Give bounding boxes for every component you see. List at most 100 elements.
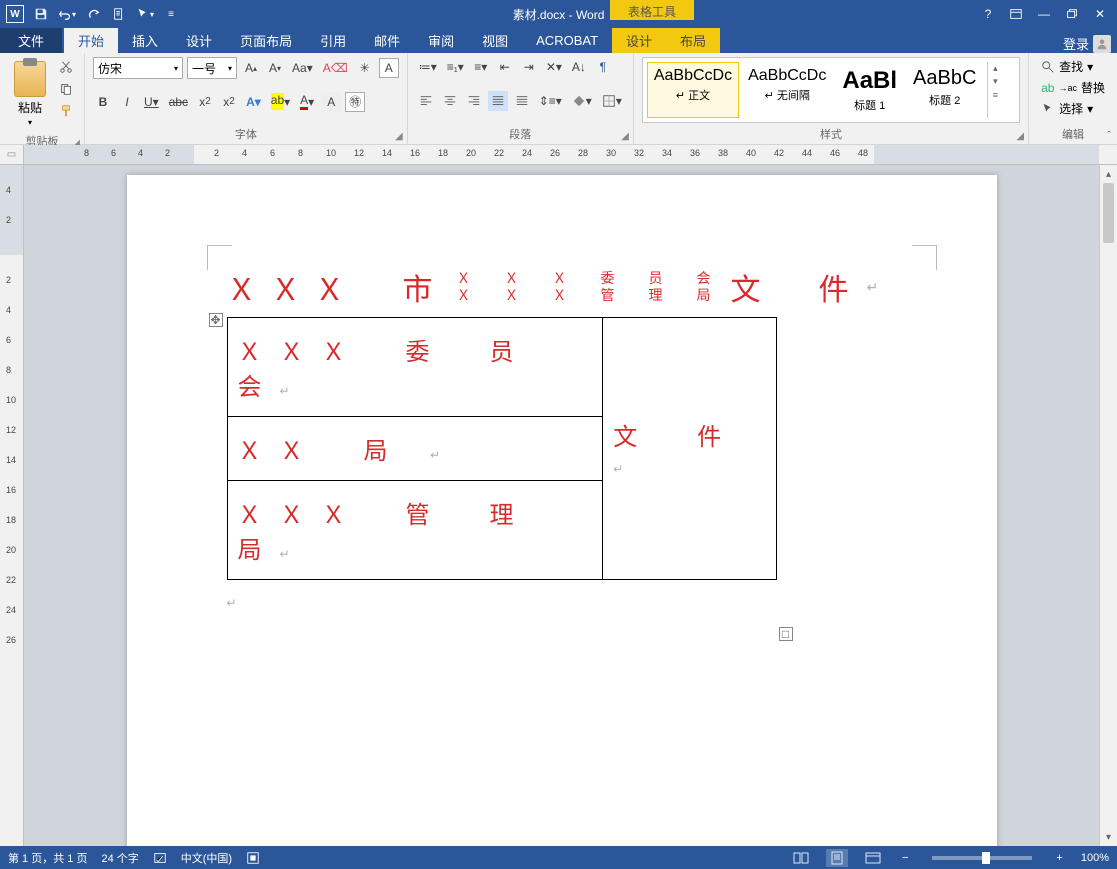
tab-design[interactable]: 设计: [172, 28, 226, 53]
table-resize-handle[interactable]: □: [779, 627, 793, 641]
decrease-indent-button[interactable]: ⇤: [495, 57, 515, 77]
styles-gallery[interactable]: AaBbCcDc↵ 正文 AaBbCcDc↵ 无间隔 AaBl标题 1 AaBb…: [642, 57, 1020, 123]
change-case-button[interactable]: Aa▾: [289, 58, 316, 78]
font-name-selector[interactable]: 仿宋▾: [93, 57, 183, 79]
ribbon-display-options-button[interactable]: [1003, 3, 1029, 25]
tab-insert[interactable]: 插入: [118, 28, 172, 53]
replace-button[interactable]: ab→ac 替换: [1037, 78, 1109, 97]
status-proofing-icon[interactable]: [153, 851, 167, 865]
table-move-handle[interactable]: ✥: [209, 313, 223, 327]
font-color-button[interactable]: A▾: [297, 92, 317, 112]
tab-review[interactable]: 审阅: [414, 28, 468, 53]
cut-button[interactable]: [56, 57, 76, 77]
strikethrough-button[interactable]: abc: [166, 92, 191, 112]
collapse-ribbon-button[interactable]: ˆ: [1107, 130, 1111, 142]
sort-button[interactable]: A↓: [569, 57, 589, 77]
enclose-char-button[interactable]: ㊕: [345, 92, 365, 112]
close-button[interactable]: ✕: [1087, 3, 1113, 25]
find-button[interactable]: 查找 ▾: [1037, 57, 1109, 76]
grow-font-button[interactable]: A▴: [241, 58, 261, 78]
zoom-slider[interactable]: [932, 856, 1032, 860]
underline-button[interactable]: U▾: [141, 92, 162, 112]
clear-format-button[interactable]: A⌫: [320, 58, 351, 78]
paragraph-dialog-launcher[interactable]: ◢: [621, 131, 629, 142]
borders-button[interactable]: ▾: [599, 91, 625, 111]
tab-home[interactable]: 开始: [64, 28, 118, 53]
help-button[interactable]: ?: [975, 3, 1001, 25]
app-icon[interactable]: W: [4, 3, 26, 25]
select-button[interactable]: 选择 ▾: [1037, 99, 1109, 118]
redo-button[interactable]: [82, 3, 104, 25]
italic-button[interactable]: I: [117, 92, 137, 112]
table-cell-r2c1[interactable]: ＸＸ 局 ↵: [227, 417, 603, 481]
subscript-button[interactable]: x2: [195, 92, 215, 112]
tab-acrobat[interactable]: ACROBAT: [522, 28, 612, 53]
line-spacing-button[interactable]: ⇕≡▾: [536, 91, 565, 111]
align-distributed-button[interactable]: [512, 91, 532, 111]
view-web-layout[interactable]: [862, 849, 884, 867]
numbering-button[interactable]: ≡₁▾: [444, 57, 467, 77]
selection-mode-button[interactable]: ▾: [134, 3, 156, 25]
status-macro-icon[interactable]: [246, 851, 260, 865]
status-page[interactable]: 第 1 页，共 1 页: [8, 850, 87, 866]
char-shading-button[interactable]: A: [321, 92, 341, 112]
view-print-layout[interactable]: [826, 849, 848, 867]
align-justify-button[interactable]: [488, 91, 508, 111]
table-cell-r1c1[interactable]: ＸＸＸ 委 员 会↵: [227, 318, 603, 417]
increase-indent-button[interactable]: ⇥: [519, 57, 539, 77]
qat-customize-button[interactable]: ≡: [160, 3, 182, 25]
minimize-button[interactable]: —: [1031, 3, 1057, 25]
scroll-down-button[interactable]: ▾: [1100, 828, 1117, 846]
table-cell-c2-merged[interactable]: 文 件 ↵: [603, 318, 776, 580]
superscript-button[interactable]: x2: [219, 92, 239, 112]
document-canvas[interactable]: ＸＸＸ 市 Ｘ Ｘ Ｘ 委 员 会 Ｘ Ｘ Ｘ 管 理 局 文 件 ↵ ✥ ＸＸ…: [24, 165, 1099, 846]
style-normal[interactable]: AaBbCcDc↵ 正文: [647, 62, 739, 118]
status-language[interactable]: 中文(中国): [181, 850, 232, 866]
align-right-button[interactable]: [464, 91, 484, 111]
login-area[interactable]: 登录: [1063, 34, 1117, 53]
text-effects-button[interactable]: A▾: [243, 92, 264, 112]
tab-table-design[interactable]: 设计: [612, 28, 666, 53]
tab-mailings[interactable]: 邮件: [360, 28, 414, 53]
align-center-button[interactable]: [440, 91, 460, 111]
styles-dialog-launcher[interactable]: ◢: [1016, 131, 1024, 142]
phonetic-guide-button[interactable]: ✳: [355, 58, 375, 78]
zoom-out-button[interactable]: −: [898, 852, 912, 864]
view-read-mode[interactable]: [790, 849, 812, 867]
table-cell-r3c1[interactable]: ＸＸＸ 管 理 局↵: [227, 481, 603, 580]
zoom-slider-thumb[interactable]: [982, 852, 990, 864]
undo-button[interactable]: ▾: [56, 3, 78, 25]
bullets-button[interactable]: ≔▾: [416, 57, 440, 77]
shading-button[interactable]: ▾: [569, 91, 595, 111]
zoom-in-button[interactable]: +: [1052, 852, 1066, 864]
gallery-scroll-up[interactable]: ▴: [988, 62, 1002, 75]
char-border-button[interactable]: A: [379, 58, 399, 78]
bold-button[interactable]: B: [93, 92, 113, 112]
tab-file[interactable]: 文件: [0, 28, 62, 53]
style-no-spacing[interactable]: AaBbCcDc↵ 无间隔: [741, 62, 833, 118]
document-table[interactable]: ＸＸＸ 委 员 会↵ 文 件 ↵ ＸＸ 局 ↵ ＸＸＸ 管 理 局↵: [227, 317, 777, 580]
paste-button[interactable]: 粘贴 ▾: [8, 57, 52, 131]
style-heading1[interactable]: AaBl标题 1: [835, 62, 904, 118]
horizontal-ruler[interactable]: 8642246810121416182022242628303234363840…: [24, 145, 1099, 165]
tab-page-layout[interactable]: 页面布局: [226, 28, 306, 53]
new-doc-button[interactable]: [108, 3, 130, 25]
restore-button[interactable]: [1059, 3, 1085, 25]
tab-references[interactable]: 引用: [306, 28, 360, 53]
status-word-count[interactable]: 24 个字: [101, 850, 138, 866]
font-size-selector[interactable]: 一号▾: [187, 57, 237, 79]
align-left-button[interactable]: [416, 91, 436, 111]
tab-table-layout[interactable]: 布局: [666, 28, 720, 53]
zoom-level[interactable]: 100%: [1081, 852, 1109, 864]
gallery-scroll-down[interactable]: ▾: [988, 75, 1002, 88]
shrink-font-button[interactable]: A▾: [265, 58, 285, 78]
vertical-scrollbar[interactable]: ▴ ▾: [1099, 165, 1117, 846]
style-heading2[interactable]: AaBbC标题 2: [906, 62, 983, 118]
font-dialog-launcher[interactable]: ◢: [395, 131, 403, 142]
vertical-ruler[interactable]: 422468101214161820222426: [0, 165, 24, 846]
save-button[interactable]: [30, 3, 52, 25]
scroll-up-button[interactable]: ▴: [1100, 165, 1117, 183]
format-painter-button[interactable]: [56, 101, 76, 121]
highlight-color-button[interactable]: ab▾: [268, 92, 293, 112]
show-marks-button[interactable]: ¶: [593, 57, 613, 77]
